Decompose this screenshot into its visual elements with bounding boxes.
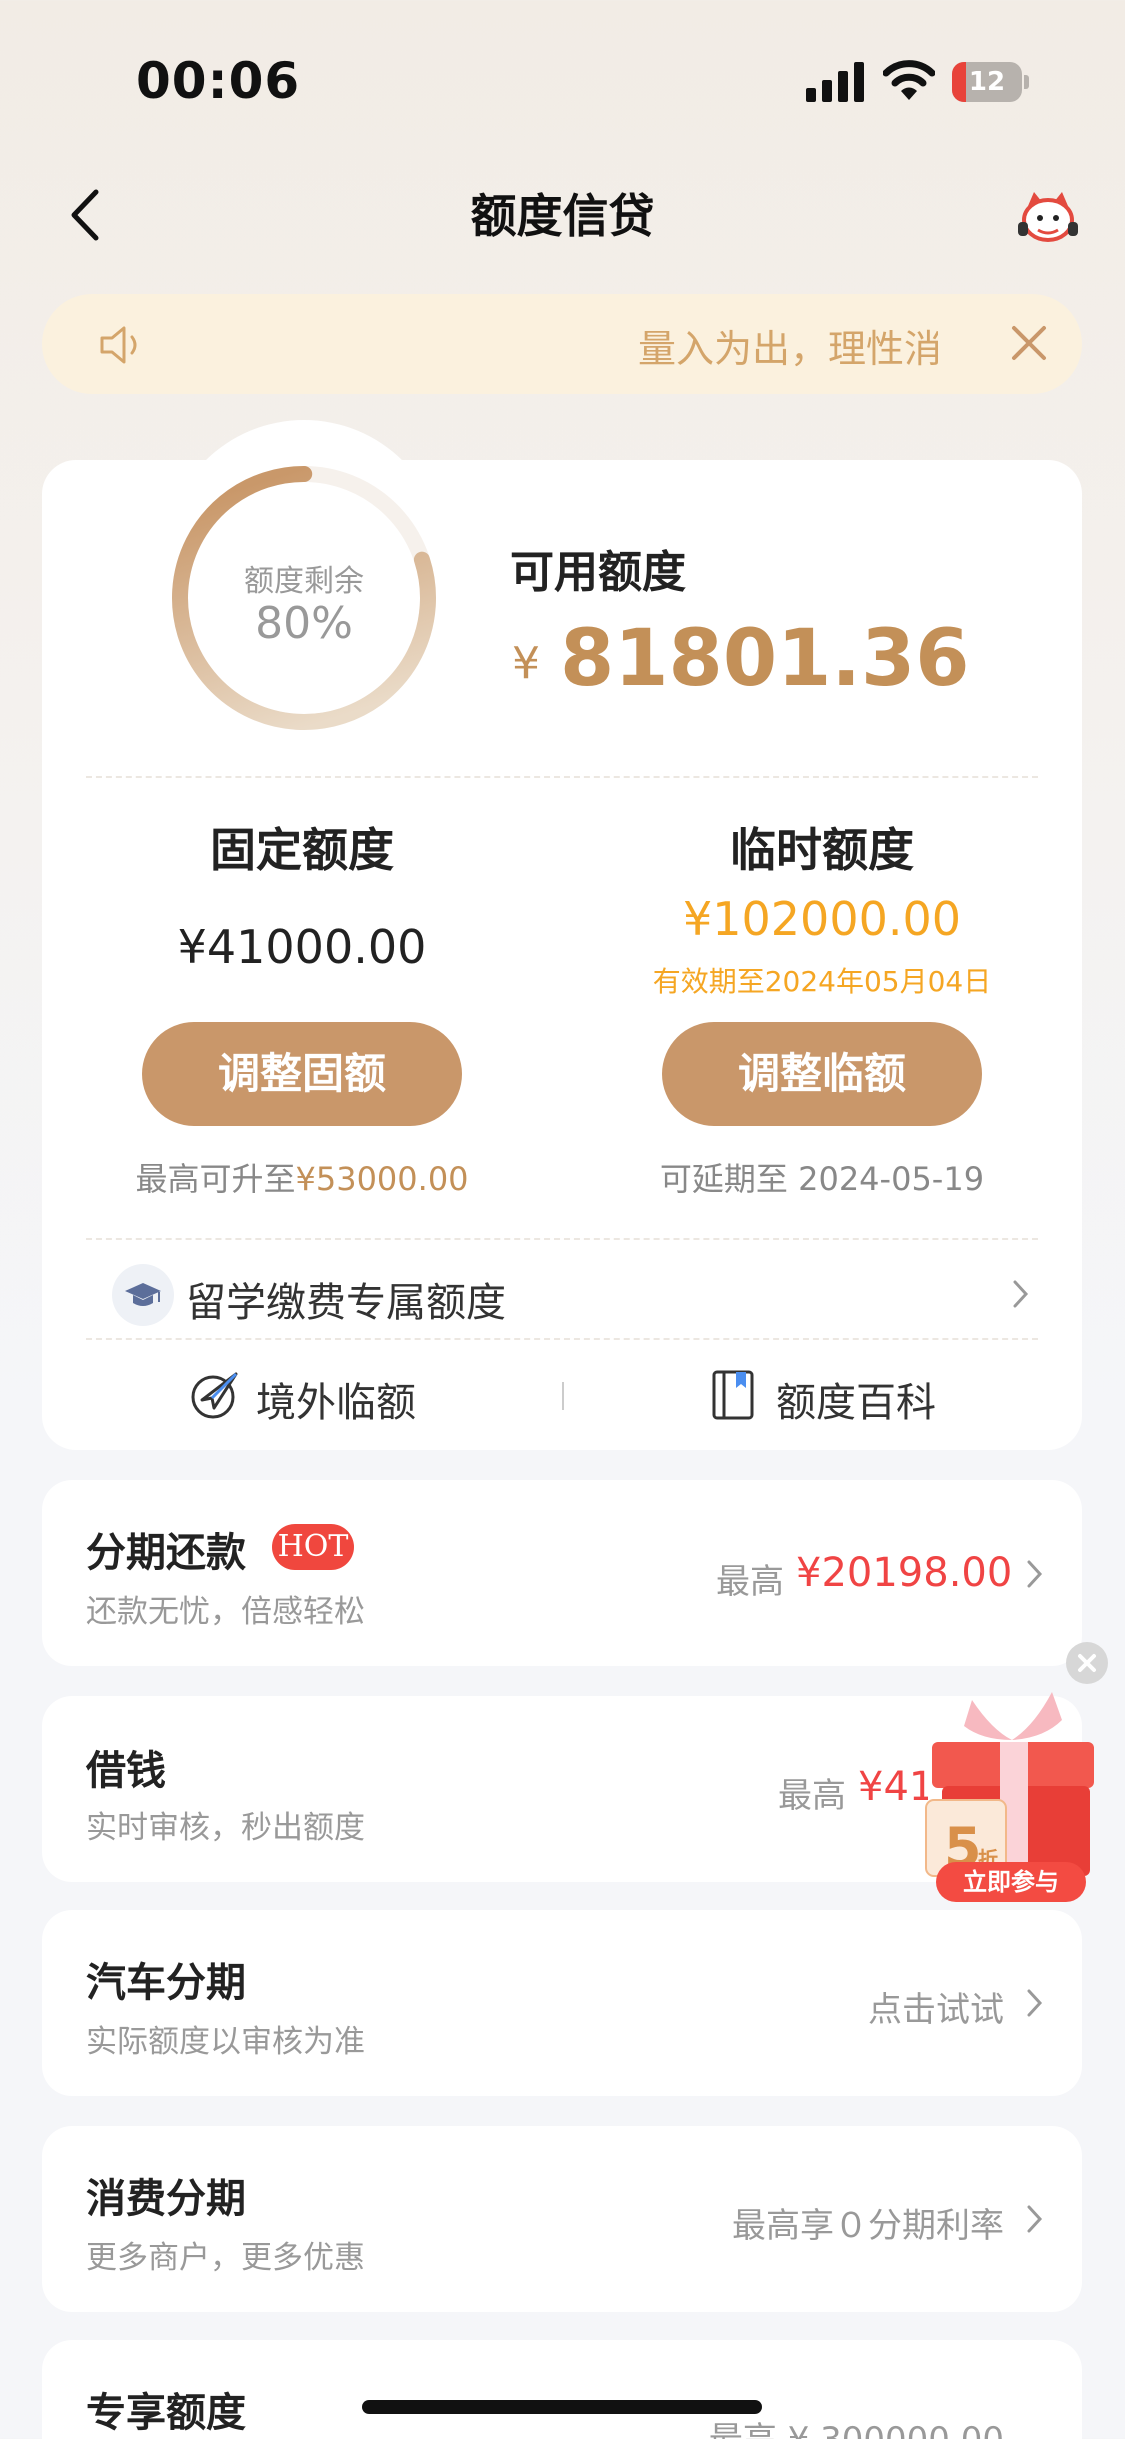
fixed-max-prefix: 最高可升至 [135, 1160, 296, 1198]
list-item-subtitle: 还款无忧，倍感轻松 [86, 1594, 365, 1630]
speaker-icon [100, 326, 137, 364]
graduation-cap-icon [112, 1264, 174, 1326]
credit-wiki-link[interactable]: 额度百科 [776, 1370, 936, 1428]
wifi-icon [883, 60, 935, 100]
list-item-title: 借钱 [86, 1748, 166, 1794]
page-title: 额度信贷 [470, 189, 655, 243]
chevron-right-icon [1013, 1280, 1029, 1308]
temp-limit-value: ¥102000.00 [682, 892, 962, 946]
chevron-right-icon [1027, 1989, 1043, 2017]
study-abroad-label: 留学缴费专属额度 [186, 1280, 506, 1326]
fixed-limit-title: 固定额度 [210, 823, 394, 877]
remaining-percent: 80% [255, 598, 353, 649]
list-item-subtitle: 更多商户，更多优惠 [86, 2240, 365, 2276]
join-now-button[interactable]: 立即参与 [936, 1862, 1086, 1902]
hot-badge: HOT [272, 1524, 354, 1570]
mascot-icon[interactable] [1014, 186, 1082, 246]
list-item-title: 分期还款 [86, 1530, 246, 1576]
temp-extend-note: 可延期至 2024-05-19 [659, 1160, 985, 1198]
promo-close-button[interactable] [1066, 1642, 1108, 1684]
battery-icon: 12 [952, 62, 1029, 102]
temp-limit-title: 临时额度 [730, 823, 914, 877]
available-currency: ¥ [512, 638, 540, 689]
overseas-plane-icon [191, 1372, 238, 1419]
cellular-signal-icon [806, 62, 864, 102]
available-label: 可用额度 [510, 547, 686, 598]
book-icon [712, 1370, 754, 1420]
list-item-action: 点击试试 [868, 1990, 1004, 2030]
divider [86, 1338, 1038, 1340]
list-item-title: 专享额度 [86, 2390, 246, 2436]
close-icon[interactable] [1006, 320, 1052, 366]
list-item-prefix: 最高 [778, 1776, 846, 1816]
fixed-max-value: ¥53000.00 [295, 1160, 469, 1198]
list-item-title: 汽车分期 [86, 1960, 246, 2006]
list-item-action: 最高享０分期利率 [732, 2206, 1004, 2246]
temp-limit-validity: 有效期至2024年05月04日 [652, 965, 992, 998]
fixed-max-note: 最高可升至¥53000.00 [72, 1154, 532, 1200]
divider [86, 776, 1038, 778]
fixed-limit-value: ¥41000.00 [177, 920, 427, 974]
divider [86, 1238, 1038, 1240]
link-divider [562, 1382, 564, 1410]
battery-level: 12 [968, 67, 1006, 97]
overseas-temp-link[interactable]: 境外临额 [256, 1370, 416, 1428]
list-item-subtitle: 实时审核，秒出额度 [86, 1810, 365, 1846]
chevron-right-icon [1027, 1560, 1043, 1588]
list-item-amount: ¥20198.00 [796, 1550, 1013, 1596]
list-item-prefix: 最高 [716, 1562, 784, 1602]
status-time: 00:06 [136, 52, 301, 110]
list-item-subtitle: 实际额度以审核为准 [86, 2024, 365, 2060]
home-indicator [362, 2400, 762, 2414]
notice-text: 量入为出，理性消费 [638, 327, 938, 371]
remaining-label: 额度剩余 [244, 564, 364, 599]
adjust-temp-button[interactable]: 调整临额 [662, 1022, 982, 1126]
available-amount: 81801.36 [560, 614, 970, 704]
list-item-action: 最高 ¥ 300000.00 [640, 2412, 1004, 2439]
chevron-right-icon [1027, 2205, 1043, 2233]
adjust-fixed-button[interactable]: 调整固额 [142, 1022, 462, 1126]
list-item-title: 消费分期 [86, 2176, 246, 2222]
